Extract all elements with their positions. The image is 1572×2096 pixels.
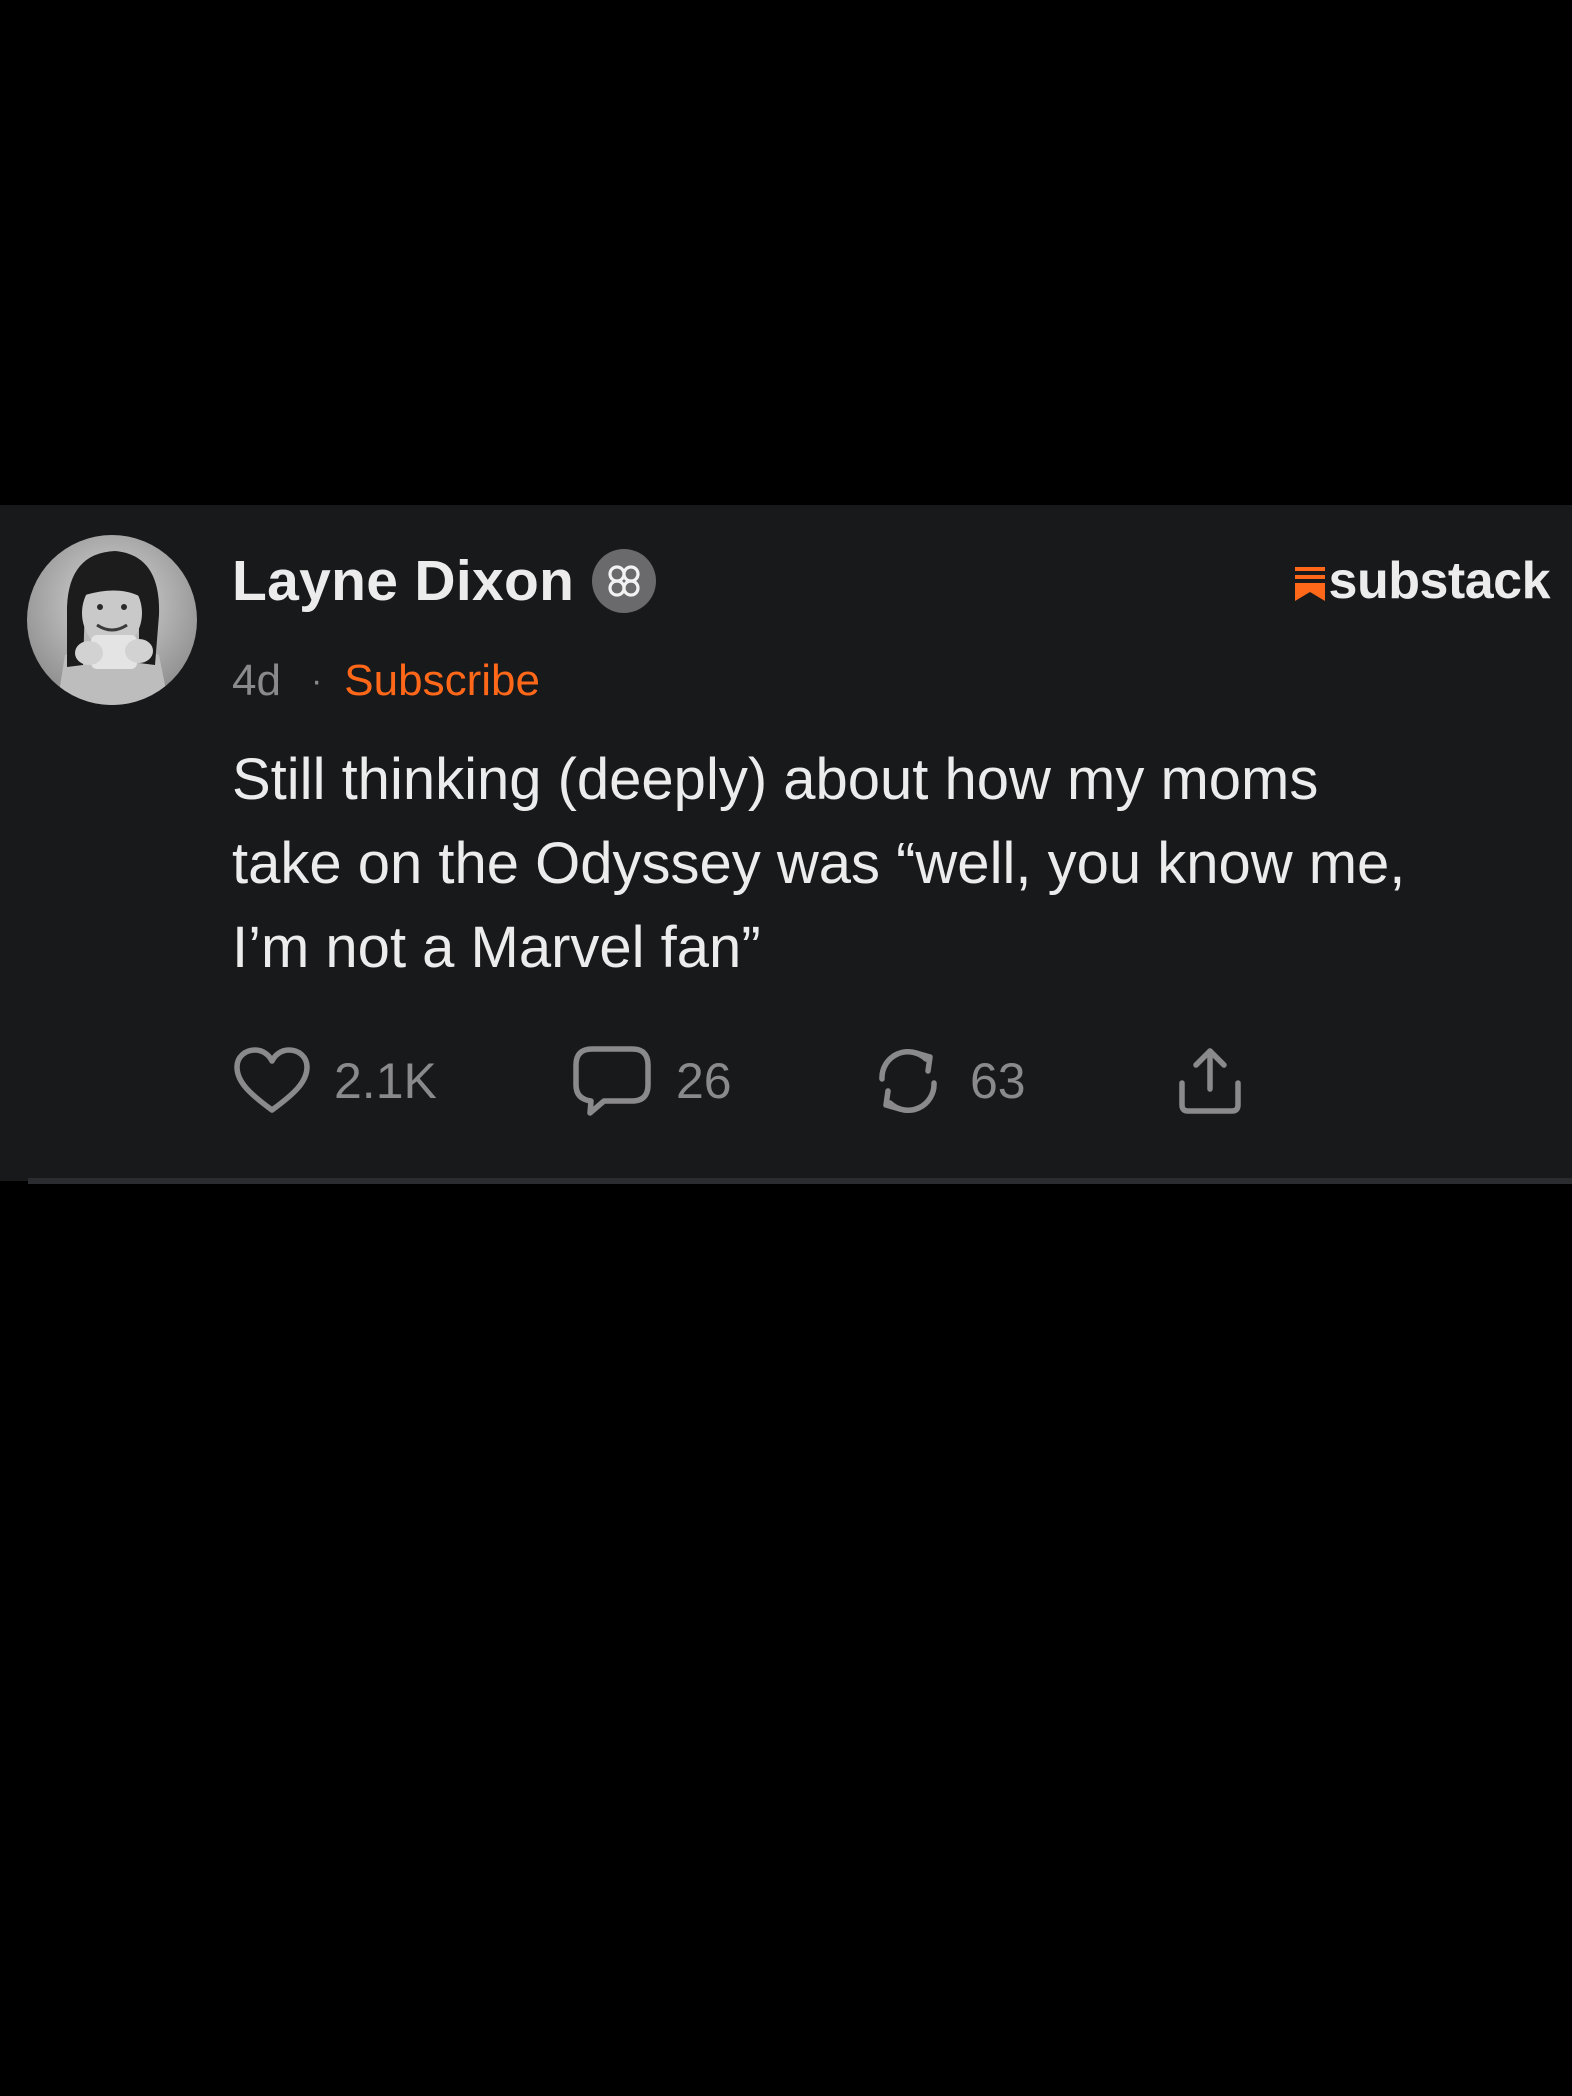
like-count: 2.1K bbox=[334, 1053, 437, 1109]
share-button[interactable] bbox=[1170, 1040, 1250, 1122]
meta-row: 4d · Subscribe bbox=[232, 652, 540, 710]
post-body-line: take on the Odyssey was “well, you know … bbox=[232, 831, 1406, 896]
subscribe-link[interactable]: Subscribe bbox=[344, 656, 540, 706]
card-divider bbox=[28, 1178, 1572, 1184]
comment-bubble-icon bbox=[570, 1043, 654, 1119]
post-body-line: Still thinking (deeply) about how my mom… bbox=[232, 747, 1319, 812]
restack-button[interactable]: 63 bbox=[868, 1040, 1026, 1122]
avatar[interactable] bbox=[27, 535, 197, 705]
share-icon bbox=[1170, 1043, 1250, 1119]
substack-logo-icon bbox=[1294, 566, 1325, 606]
brand-logo[interactable]: substack bbox=[1294, 548, 1551, 614]
comment-button[interactable]: 26 bbox=[570, 1040, 732, 1122]
post-timestamp: 4d bbox=[232, 656, 281, 705]
post-body-line: I’m not a Marvel fan” bbox=[232, 915, 761, 980]
restack-count: 63 bbox=[970, 1053, 1026, 1109]
author-row: Layne Dixon bbox=[232, 542, 657, 620]
flower-badge-icon bbox=[592, 549, 657, 613]
post-body: Still thinking (deeply) about how my mom… bbox=[232, 738, 1552, 990]
like-button[interactable]: 2.1K bbox=[232, 1040, 437, 1122]
meta-separator: · bbox=[310, 661, 323, 700]
author-name[interactable]: Layne Dixon bbox=[232, 548, 574, 614]
avatar-image bbox=[27, 535, 197, 705]
heart-icon bbox=[232, 1046, 312, 1116]
brand-name: substack bbox=[1328, 552, 1551, 610]
comment-count: 26 bbox=[676, 1053, 732, 1109]
restack-arrows-icon bbox=[868, 1043, 948, 1119]
